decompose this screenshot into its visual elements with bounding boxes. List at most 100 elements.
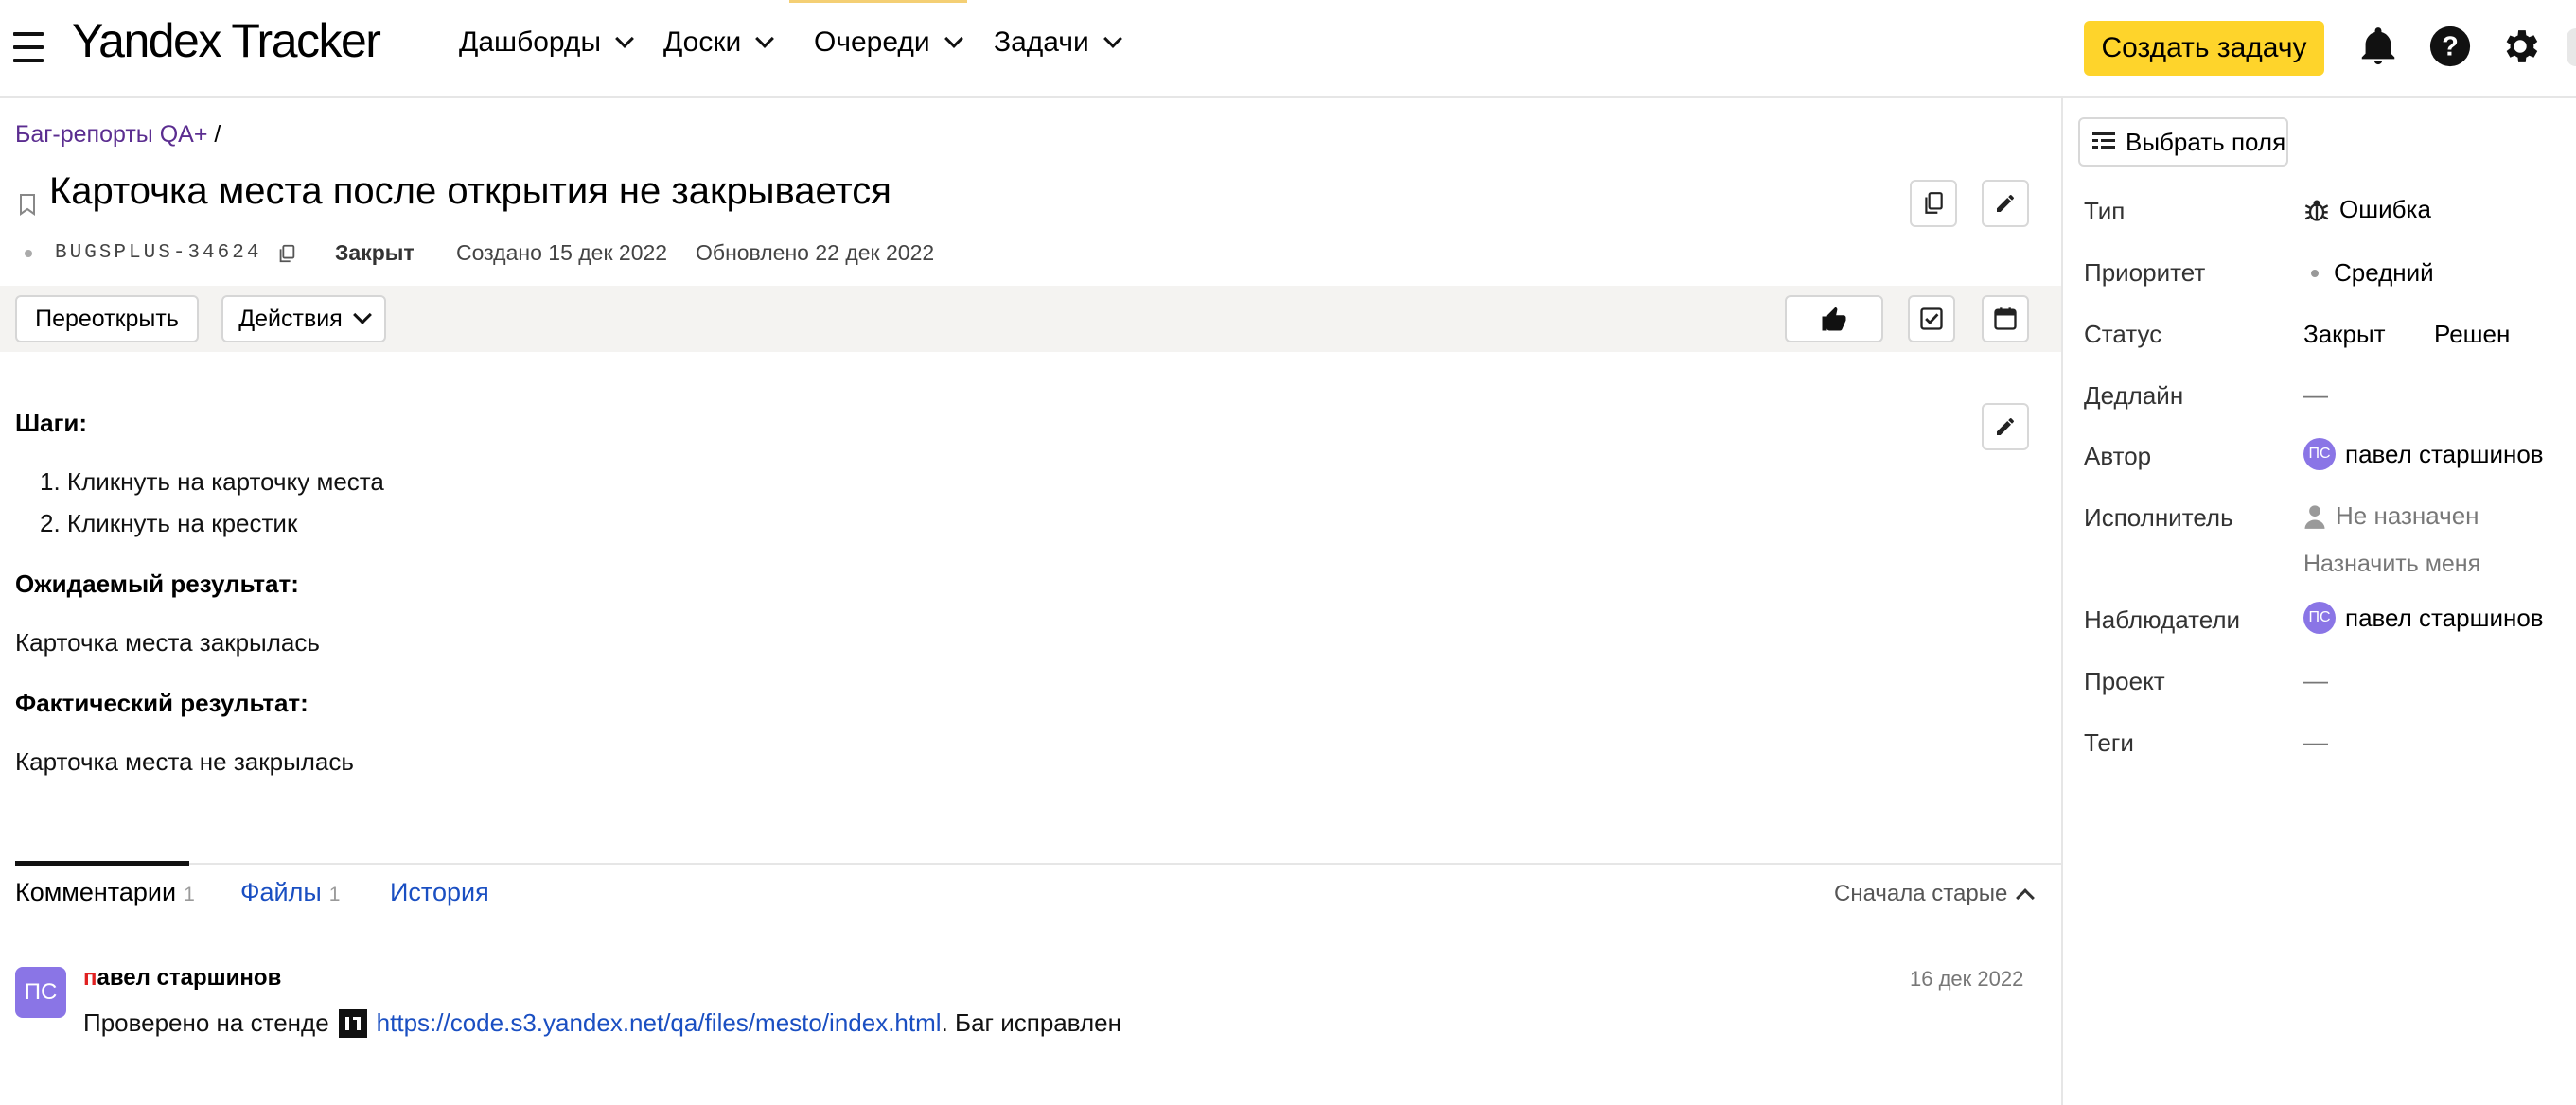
field-priority-label: Приоритет [2084, 258, 2206, 287]
tab-files-label: Файлы [240, 878, 322, 906]
issue-key: BUGSPLUS-34624 [55, 242, 262, 264]
priority-dot [2311, 269, 2319, 277]
issue-title: Карточка места после открытия не закрыва… [49, 170, 891, 212]
breadcrumb: Баг-репорты QA+ / [15, 121, 221, 149]
edit-description-button[interactable] [1982, 403, 2029, 450]
updated-date: Обновлено 22 дек 2022 [696, 240, 935, 265]
expected-text: Карточка места закрылась [15, 628, 320, 657]
field-project-value[interactable]: — [2303, 666, 2328, 695]
step-item-2: 2. Кликнуть на крестик [40, 509, 298, 537]
comment-link[interactable]: https://code.s3.yandex.net/qa/files/mest… [377, 1009, 942, 1038]
actual-heading: Фактический результат: [15, 689, 309, 717]
bookmark-icon[interactable] [19, 193, 36, 216]
nav-queues[interactable]: Очереди [814, 26, 963, 59]
thumbs-up-icon [1822, 307, 1846, 331]
comment-author[interactable]: павел старшинов [83, 965, 281, 991]
copy-icon [1925, 192, 1943, 214]
step-text: Кликнуть на крестик [66, 509, 298, 537]
assignee-value-text: Не назначен [2336, 501, 2479, 530]
reopen-button[interactable]: Переоткрыть [15, 295, 199, 342]
steps-heading: Шаги: [15, 409, 88, 437]
bell-icon[interactable] [2356, 25, 2400, 68]
tab-comments-count: 1 [184, 884, 195, 905]
copy-button[interactable] [1910, 180, 1957, 227]
tab-history[interactable]: История [390, 878, 489, 907]
checklist-button[interactable] [1908, 295, 1955, 342]
gear-icon[interactable] [2498, 25, 2542, 68]
author-avatar: ПС [2303, 438, 2336, 470]
breadcrumb-queue-link[interactable]: Баг-репорты QA+ [15, 121, 207, 148]
step-item-1: 1. Кликнуть на карточку места [40, 467, 384, 496]
avatar[interactable] [2567, 28, 2576, 66]
nav-active-indicator [789, 0, 967, 3]
terminal-icon [338, 1009, 367, 1038]
chevron-down-icon [1103, 29, 1122, 48]
pencil-icon [1997, 418, 2014, 435]
tab-files[interactable]: Файлы 1 [240, 878, 340, 907]
nav-queues-label: Очереди [814, 26, 930, 58]
sort-label: Сначала старые [1834, 881, 2008, 906]
priority-value-text: Средний [2334, 258, 2434, 287]
field-followers-label: Наблюдатели [2084, 605, 2241, 634]
field-deadline-label: Дедлайн [2084, 381, 2184, 410]
chevron-down-icon [615, 29, 634, 48]
edit-title-button[interactable] [1982, 180, 2029, 227]
field-tags-label: Теги [2084, 728, 2134, 757]
field-deadline-value[interactable]: — [2303, 380, 2328, 410]
nav-dashboards[interactable]: Дашборды [459, 26, 634, 59]
field-tags-value[interactable]: — [2303, 728, 2328, 757]
sort-order-toggle[interactable]: Сначала старые [1834, 881, 2036, 907]
field-priority-value[interactable]: Средний [2303, 258, 2434, 288]
tab-comments[interactable]: Комментарии 1 [15, 878, 195, 907]
comment-body: Проверено на стенде https://code.s3.yand… [83, 1009, 1121, 1038]
actions-label: Действия [238, 305, 343, 332]
select-fields-button[interactable]: Выбрать поля [2078, 117, 2288, 167]
field-status-value[interactable]: Закрыт [2303, 320, 2386, 349]
chevron-down-icon [352, 306, 372, 324]
author-initial: п [83, 965, 97, 991]
nav-issues[interactable]: Задачи [994, 26, 1122, 59]
comment-date[interactable]: 16 дек 2022 [1910, 967, 2023, 991]
create-issue-button[interactable]: Создать задачу [2084, 21, 2324, 76]
checkbox-icon [1920, 307, 1943, 330]
comment-text: Проверено на стенде [83, 1009, 329, 1037]
help-icon[interactable]: ? [2428, 25, 2472, 68]
actual-text: Карточка места не закрылась [15, 747, 354, 776]
status-value-text: Закрыт [2303, 320, 2386, 348]
nav-dashboards-label: Дашборды [459, 26, 601, 58]
user-icon [2304, 504, 2325, 529]
field-type-value[interactable]: Ошибка [2303, 195, 2431, 224]
copy-key-icon[interactable] [276, 243, 297, 264]
field-resolution-value[interactable]: Решен [2434, 320, 2510, 349]
tab-comments-label: Комментарии [15, 878, 177, 906]
assign-me-link[interactable]: Назначить меня [2303, 551, 2480, 578]
calendar-button[interactable] [1982, 295, 2029, 342]
field-status-label: Статус [2084, 320, 2162, 348]
created-date: Создано 15 дек 2022 [456, 240, 668, 265]
svg-text:?: ? [2442, 32, 2459, 62]
issue-toolbar: Переоткрыть Действия [0, 286, 2061, 352]
nav-boards-label: Доски [663, 26, 742, 58]
follower-name: павел старшинов [2345, 603, 2544, 632]
bug-icon [2304, 200, 2329, 221]
chevron-down-icon [944, 29, 963, 48]
logo[interactable]: Yandex Tracker [72, 13, 381, 68]
actions-button[interactable]: Действия [221, 295, 386, 342]
field-type-label: Тип [2084, 197, 2126, 225]
nav-boards[interactable]: Доски [663, 26, 775, 59]
tab-files-count: 1 [328, 884, 341, 905]
like-button[interactable] [1785, 295, 1883, 342]
menu-icon[interactable] [13, 28, 44, 66]
comment-avatar[interactable]: ПС [15, 967, 66, 1018]
author-name-rest: авел старшинов [97, 965, 282, 991]
fields-list-icon [2092, 132, 2115, 149]
top-header: Yandex Tracker Дашборды Доски Очереди За… [0, 0, 2576, 98]
field-assignee-value[interactable]: Не назначен [2303, 501, 2479, 531]
breadcrumb-separator: / [214, 121, 221, 148]
field-followers-value[interactable]: ПС павел старшинов [2303, 602, 2544, 634]
field-author-value[interactable]: ПС павел старшинов [2303, 438, 2544, 470]
field-project-label: Проект [2084, 667, 2165, 695]
comment-text-after: . Баг исправлен [941, 1009, 1121, 1037]
field-assignee-label: Исполнитель [2084, 503, 2233, 532]
status-dot [25, 250, 32, 257]
